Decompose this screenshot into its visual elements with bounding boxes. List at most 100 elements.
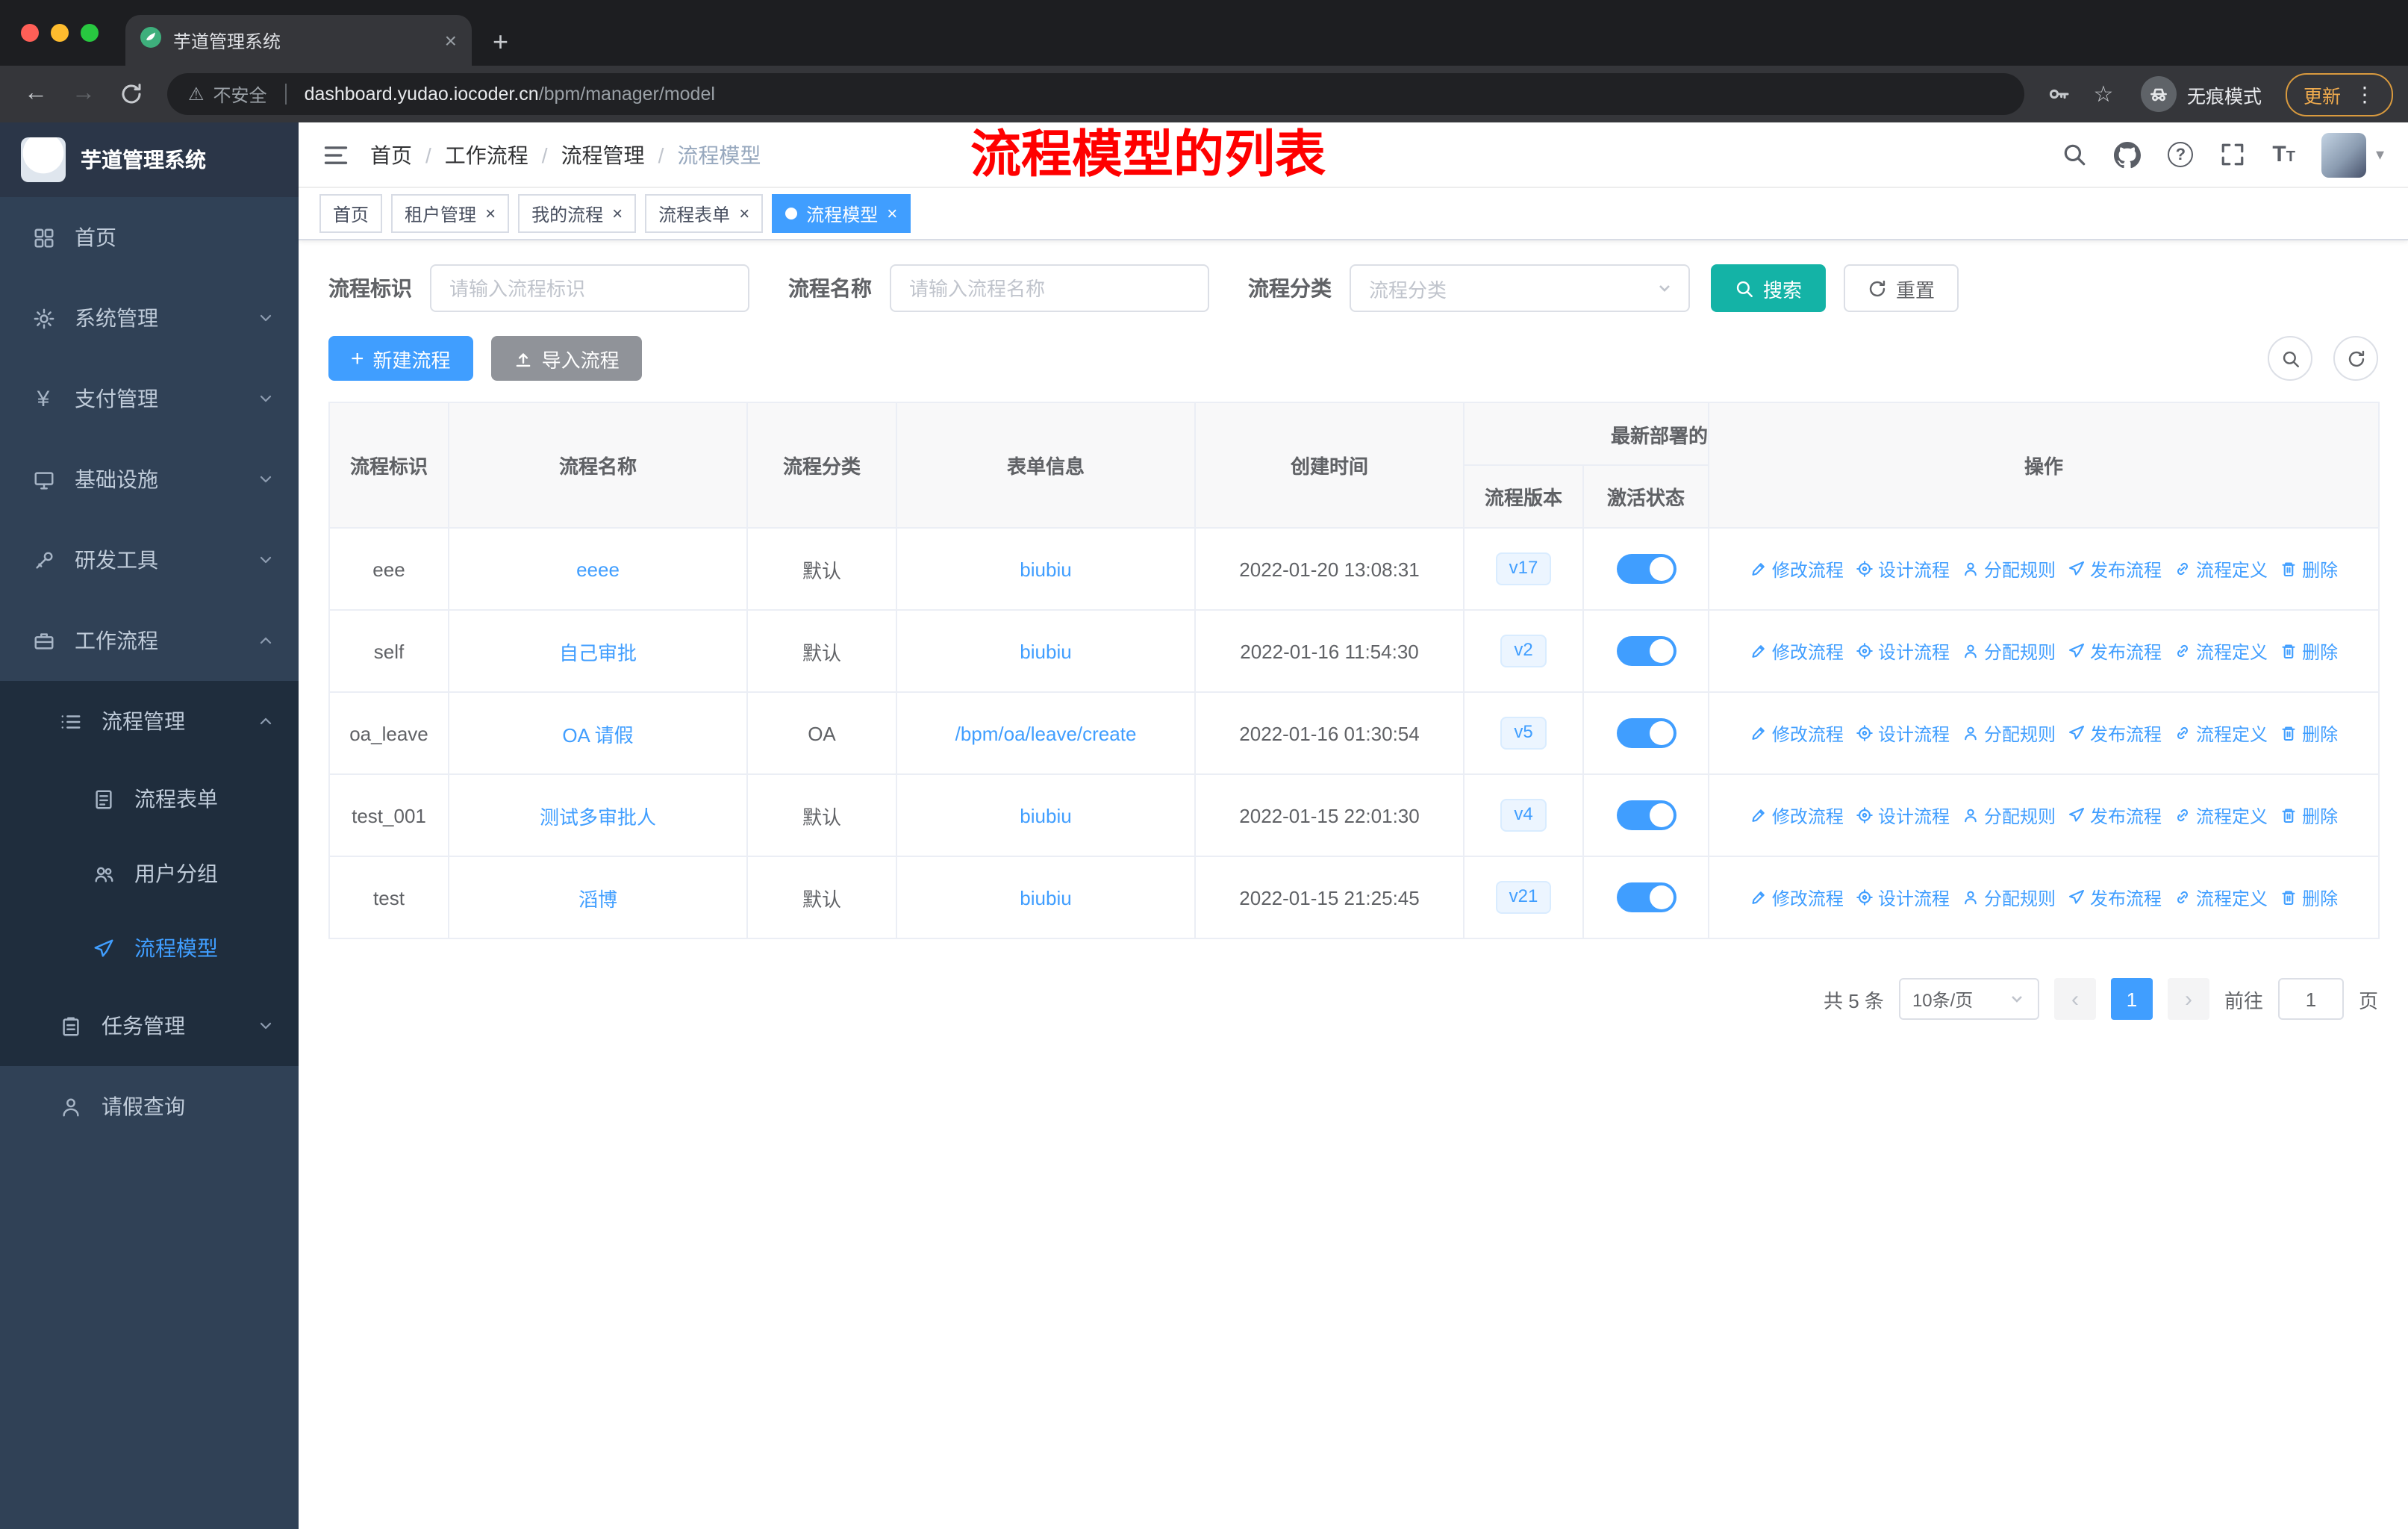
sidebar-item-workflow[interactable]: 工作流程 [0,600,299,681]
close-icon[interactable]: × [887,203,897,224]
form-info-link[interactable]: /bpm/oa/leave/create [955,722,1137,744]
active-toggle[interactable] [1616,636,1676,666]
help-icon[interactable]: ? [2168,142,2194,167]
assign-rule-link[interactable]: 分配规则 [1962,803,2056,828]
close-icon[interactable]: × [739,203,749,224]
current-page-button[interactable]: 1 [2110,978,2153,1020]
design-process-link[interactable]: 设计流程 [1856,720,1950,746]
active-toggle[interactable] [1616,800,1676,830]
form-info-link[interactable]: biubiu [1020,558,1071,580]
password-key-icon[interactable] [2039,82,2078,106]
process-name-input[interactable] [890,264,1209,312]
sidebar-item-leave-query[interactable]: 请假查询 [0,1066,299,1147]
close-icon[interactable]: × [485,203,496,224]
window-zoom-button[interactable] [81,24,99,42]
refresh-table-button[interactable] [2333,336,2378,381]
assign-rule-link[interactable]: 分配规则 [1962,638,2056,664]
edit-process-link[interactable]: 修改流程 [1750,638,1844,664]
import-process-button[interactable]: 导入流程 [490,336,642,381]
search-button[interactable]: 搜索 [1711,264,1827,312]
sidebar-item-system[interactable]: 系统管理 [0,278,299,358]
prev-page-button[interactable]: ‹ [2053,978,2096,1020]
page-size-select[interactable]: 10条/页 [1898,978,2039,1020]
sidebar-item-process-model[interactable]: 流程模型 [0,911,299,985]
form-info-link[interactable]: biubiu [1020,804,1071,826]
fullscreen-icon[interactable] [2220,142,2245,167]
delete-link[interactable]: 删除 [2280,638,2338,664]
app-logo[interactable]: 芋道管理系统 [0,122,299,197]
window-minimize-button[interactable] [51,24,69,42]
edit-process-link[interactable]: 修改流程 [1750,556,1844,582]
create-process-button[interactable]: + 新建流程 [328,336,473,381]
tag-home[interactable]: 首页 [319,194,383,233]
form-info-link[interactable]: biubiu [1020,640,1071,662]
publish-process-link[interactable]: 发布流程 [2068,803,2162,828]
assign-rule-link[interactable]: 分配规则 [1962,720,2056,746]
model-name-link[interactable]: eeee [576,558,620,580]
sidebar-item-user-group[interactable]: 用户分组 [0,836,299,911]
edit-process-link[interactable]: 修改流程 [1750,885,1844,910]
update-button[interactable]: 更新 ⋮ [2285,72,2393,116]
font-size-icon[interactable]: TT [2272,143,2295,166]
browser-forward-button[interactable]: → [63,73,105,115]
tag-process-form[interactable]: 流程表单 × [645,194,764,233]
breadcrumb-item[interactable]: 工作流程 [445,140,528,169]
form-info-link[interactable]: biubiu [1020,886,1071,909]
process-definition-link[interactable]: 流程定义 [2174,885,2268,910]
delete-link[interactable]: 删除 [2280,556,2338,582]
model-name-link[interactable]: OA 请假 [562,723,633,746]
sidebar-item-infrastructure[interactable]: 基础设施 [0,439,299,520]
process-definition-link[interactable]: 流程定义 [2174,556,2268,582]
process-definition-link[interactable]: 流程定义 [2174,720,2268,746]
sidebar-item-task-management[interactable]: 任务管理 [0,985,299,1066]
tab-close-icon[interactable]: × [445,28,457,52]
next-page-button[interactable]: › [2167,978,2209,1020]
sidebar-item-dev-tools[interactable]: 研发工具 [0,520,299,600]
publish-process-link[interactable]: 发布流程 [2068,638,2162,664]
tag-my-process[interactable]: 我的流程 × [518,194,637,233]
design-process-link[interactable]: 设计流程 [1856,556,1950,582]
tag-process-model[interactable]: 流程模型 × [772,194,911,233]
github-icon[interactable] [2114,141,2142,168]
design-process-link[interactable]: 设计流程 [1856,885,1950,910]
assign-rule-link[interactable]: 分配规则 [1962,556,2056,582]
publish-process-link[interactable]: 发布流程 [2068,885,2162,910]
active-toggle[interactable] [1616,882,1676,912]
process-definition-link[interactable]: 流程定义 [2174,803,2268,828]
goto-page-input[interactable] [2277,978,2344,1020]
address-bar[interactable]: ⚠ 不安全 dashboard.yudao.iocoder.cn/bpm/man… [167,73,2024,115]
edit-process-link[interactable]: 修改流程 [1750,720,1844,746]
design-process-link[interactable]: 设计流程 [1856,803,1950,828]
delete-link[interactable]: 删除 [2280,885,2338,910]
tag-tenant[interactable]: 租户管理 × [391,194,510,233]
browser-menu-icon[interactable]: ⋮ [2354,84,2375,105]
assign-rule-link[interactable]: 分配规则 [1962,885,2056,910]
close-icon[interactable]: × [612,203,623,224]
sidebar-collapse-icon[interactable] [322,141,349,168]
breadcrumb-item[interactable]: 首页 [370,140,412,169]
delete-link[interactable]: 删除 [2280,720,2338,746]
breadcrumb-item[interactable]: 流程管理 [561,140,645,169]
sidebar-item-home[interactable]: 首页 [0,197,299,278]
publish-process-link[interactable]: 发布流程 [2068,720,2162,746]
process-definition-link[interactable]: 流程定义 [2174,638,2268,664]
sidebar-item-payment[interactable]: ¥ 支付管理 [0,358,299,439]
model-name-link[interactable]: 滔博 [578,888,617,910]
edit-process-link[interactable]: 修改流程 [1750,803,1844,828]
model-name-link[interactable]: 自己审批 [559,641,637,664]
browser-tab[interactable]: 芋道管理系统 × [125,15,472,66]
publish-process-link[interactable]: 发布流程 [2068,556,2162,582]
active-toggle[interactable] [1616,554,1676,584]
process-id-input[interactable] [430,264,749,312]
process-category-select[interactable]: 流程分类 [1350,264,1690,312]
design-process-link[interactable]: 设计流程 [1856,638,1950,664]
browser-reload-button[interactable] [110,73,152,115]
window-close-button[interactable] [21,24,39,42]
bookmark-star-icon[interactable]: ☆ [2084,81,2123,108]
reset-button[interactable]: 重置 [1844,264,1959,312]
security-label[interactable]: 不安全 [213,81,267,107]
active-toggle[interactable] [1616,718,1676,748]
sidebar-item-process-management[interactable]: 流程管理 [0,681,299,762]
browser-back-button[interactable]: ← [15,73,57,115]
new-tab-button[interactable]: + [493,28,508,55]
